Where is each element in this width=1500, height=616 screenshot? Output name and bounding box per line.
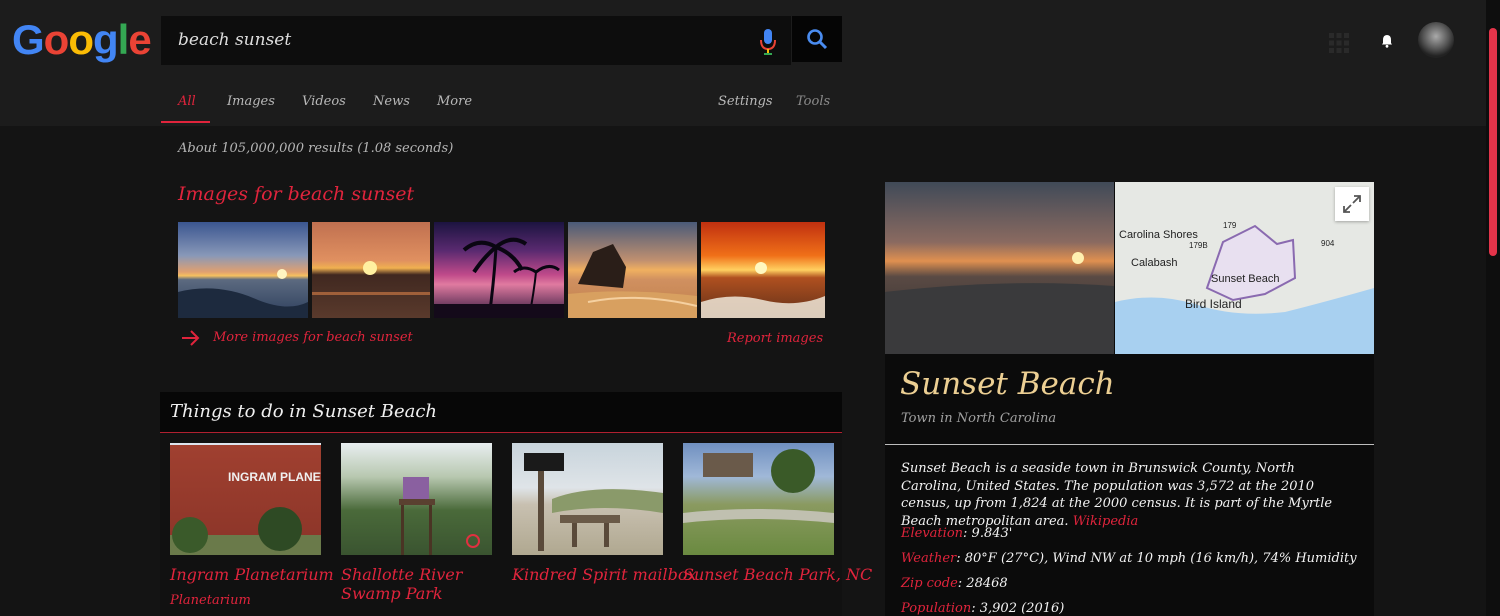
swamp-park-image: [399, 477, 480, 555]
fact-elevation: Elevation: 9.843': [901, 526, 1012, 541]
apps-grid-icon[interactable]: [1328, 32, 1350, 54]
mailbox-image: [524, 453, 663, 551]
wikipedia-link[interactable]: Wikipedia: [1073, 514, 1139, 529]
search-button[interactable]: [792, 16, 842, 62]
knowledge-panel-description: Sunset Beach is a seaside town in Brunsw…: [901, 460, 1351, 530]
fact-value-elevation: : 9.843': [963, 526, 1013, 541]
place-category-planetarium: Planetarium: [170, 593, 251, 608]
results-count: About 105,000,000 results (1.08 seconds): [178, 141, 454, 156]
image-result-3[interactable]: [434, 222, 564, 319]
place-name-kindred-spirit[interactable]: Kindred Spirit mailbox: [512, 565, 697, 584]
park-image: [683, 449, 834, 523]
sunset-waves-image: [701, 262, 825, 318]
planetarium-sign-text-line1: INGRAM PLANETARIUM: [228, 470, 321, 484]
tab-tools[interactable]: Tools: [796, 94, 830, 109]
fact-key-elevation[interactable]: Elevation: [901, 526, 963, 541]
place-name-sunset-beach-park[interactable]: Sunset Beach Park, NC: [683, 565, 872, 584]
fact-key-zip-code[interactable]: Zip code: [901, 576, 958, 591]
knowledge-panel-subtitle: Town in North Carolina: [901, 411, 1057, 426]
map-label-bird-island: Bird Island: [1185, 297, 1242, 311]
account-avatar[interactable]: [1418, 22, 1454, 58]
google-logo[interactable]: Google: [12, 16, 152, 64]
search-query-text: beach sunset: [178, 30, 292, 50]
map-label-route-179: 179: [1223, 221, 1237, 230]
things-to-do-title[interactable]: Things to do in Sunset Beach: [170, 401, 437, 422]
sunset-image-1: [178, 269, 308, 318]
images-section-title[interactable]: Images for beach sunset: [178, 183, 414, 205]
tab-videos[interactable]: Videos: [302, 94, 346, 109]
map-label-route-904: 904: [1321, 239, 1335, 248]
image-result-1[interactable]: [178, 222, 308, 318]
fact-weather: Weather: 80°F (27°C), Wind NW at 10 mph …: [901, 551, 1357, 566]
more-images-link[interactable]: More images for beach sunset: [213, 330, 413, 345]
fact-value-weather: : 80°F (27°C), Wind NW at 10 mph (16 km/…: [956, 551, 1357, 566]
search-icon: [807, 29, 828, 50]
palm-tree-image: [434, 237, 564, 319]
place-image-shallotte-river[interactable]: [341, 443, 492, 555]
microphone-icon[interactable]: [758, 28, 778, 56]
expand-icon: [1343, 195, 1361, 213]
fact-key-population[interactable]: Population: [901, 601, 971, 616]
report-images-link[interactable]: Report images: [727, 331, 823, 346]
map-label-carolina-shores: Carolina Shores: [1119, 229, 1198, 241]
tab-more[interactable]: More: [437, 94, 472, 109]
map-label-calabash: Calabash: [1131, 257, 1177, 269]
fact-key-weather[interactable]: Weather: [901, 551, 956, 566]
image-result-2[interactable]: [312, 222, 430, 318]
tab-settings[interactable]: Settings: [718, 94, 773, 109]
arrow-right-icon: [182, 330, 200, 346]
fact-population: Population: 3,902 (2016): [901, 601, 1064, 616]
image-result-5[interactable]: [701, 222, 825, 318]
tab-images[interactable]: Images: [227, 94, 275, 109]
knowledge-panel-title: Sunset Beach: [900, 366, 1115, 402]
planetarium-building-image: INGRAM PLANETARIUM: [170, 470, 366, 555]
place-image-kindred-spirit[interactable]: [512, 443, 663, 555]
map-label-sunset-beach: Sunset Beach: [1211, 273, 1280, 285]
image-result-4[interactable]: [568, 222, 698, 318]
fact-zip-code: Zip code: 28468: [901, 576, 1008, 591]
place-name-ingram-planetarium[interactable]: Ingram Planetarium: [170, 565, 334, 584]
place-name-shallotte-river[interactable]: Shallotte River Swamp Park: [341, 565, 496, 603]
active-tab-indicator: [161, 121, 210, 123]
expand-map-button[interactable]: [1335, 187, 1369, 221]
scrollbar-thumb[interactable]: [1489, 28, 1497, 256]
tab-all[interactable]: All: [178, 94, 196, 109]
sunset-beach-photo: [885, 252, 1114, 354]
rock-beach-image: [568, 244, 698, 318]
map-label-route-179b: 179B: [1189, 241, 1208, 250]
fact-value-population: : 3,902 (2016): [971, 601, 1065, 616]
knowledge-panel-divider: [885, 444, 1374, 445]
place-image-ingram-planetarium[interactable]: INGRAM PLANETARIUM: [170, 443, 366, 555]
fact-value-zip-code: : 28468: [957, 576, 1008, 591]
notifications-bell-icon[interactable]: [1381, 34, 1393, 48]
knowledge-panel-photo[interactable]: [885, 182, 1114, 354]
place-image-sunset-beach-park[interactable]: [683, 443, 834, 555]
tab-news[interactable]: News: [373, 94, 410, 109]
sunset-image-2: [312, 261, 430, 295]
